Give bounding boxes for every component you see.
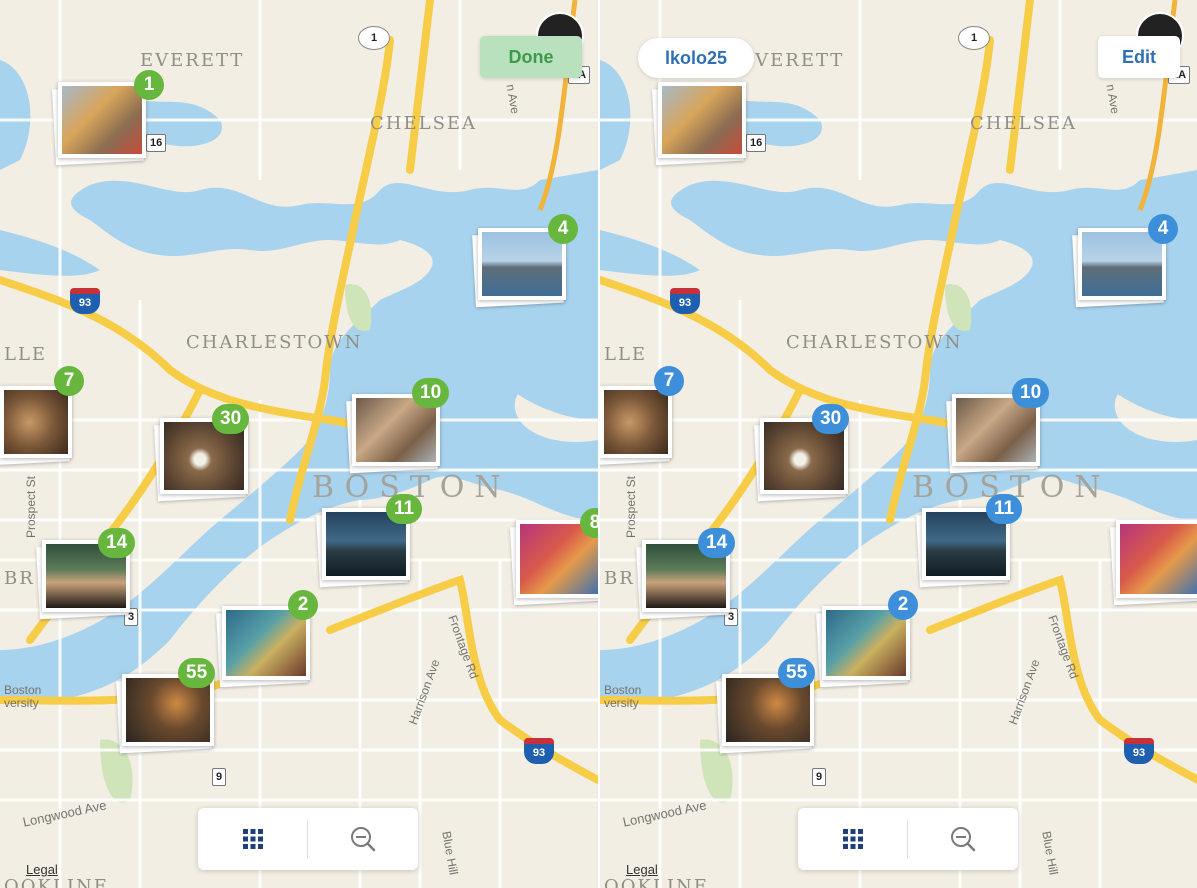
legal-link[interactable]: Legal (626, 862, 658, 877)
area-label-everett: EVERETT (140, 50, 245, 71)
area-label-ookline: OOKLINE (4, 876, 109, 888)
area-label-br: BR (4, 568, 35, 589)
cluster-count-badge: 55 (178, 658, 216, 688)
photo-cluster-eastboston[interactable]: 4 (472, 214, 578, 308)
grid-view-button[interactable] (198, 808, 307, 870)
photo-cluster-center[interactable]: 30 (154, 404, 250, 502)
street-boston-university: Boston versity (604, 683, 642, 710)
zoom-out-icon (350, 827, 375, 852)
photo-cluster-brookline[interactable]: 14 (36, 528, 136, 620)
edit-button[interactable]: Edit (1098, 36, 1180, 78)
cluster-count-badge: 1 (134, 70, 164, 100)
area-label-charlestown: CHARLESTOWN (186, 332, 363, 353)
photo-cluster-southend[interactable]: 8 (510, 508, 598, 606)
grid-icon (242, 829, 263, 849)
area-label-everett: EVERETT (740, 50, 845, 71)
cluster-count-badge: 10 (412, 378, 450, 408)
cluster-count-badge: 10 (1012, 378, 1050, 408)
photo-cluster-west[interactable]: 7 (600, 366, 684, 465)
screenshot-pair: EVERETT CHELSEA CHARLESTOWN BOSTON LLE B… (0, 0, 1197, 888)
photo-cluster-everett[interactable] (652, 82, 746, 166)
photo-cluster-west[interactable]: 7 (0, 366, 84, 465)
done-button[interactable]: Done (480, 36, 582, 78)
cluster-count-badge: 2 (888, 590, 918, 620)
interstate-93-shield: 93 (70, 288, 100, 314)
cluster-count-badge: 4 (548, 214, 578, 244)
photo-thumbnail (604, 390, 668, 454)
cluster-count-badge: 14 (98, 528, 136, 558)
photo-cluster-eastboston[interactable]: 4 (1072, 214, 1178, 308)
photo-cluster-backbay[interactable]: 2 (816, 590, 918, 688)
zoom-out-button[interactable] (908, 808, 1017, 870)
photo-thumbnail (662, 86, 742, 154)
cluster-count-badge: 11 (986, 494, 1023, 524)
area-label-charlestown: CHARLESTOWN (786, 332, 963, 353)
cluster-count-badge: 14 (698, 528, 736, 558)
photo-cluster-southend[interactable] (1110, 520, 1197, 606)
route-9-shield: 9 (812, 768, 827, 786)
area-label-chelsea: CHELSEA (370, 113, 478, 134)
photo-thumbnail (62, 86, 142, 154)
cluster-count-badge: 30 (212, 404, 250, 434)
route-1-shield: 1 (358, 26, 390, 50)
grid-icon (842, 829, 863, 849)
photo-thumbnail (826, 610, 906, 676)
area-label-br: BR (604, 568, 635, 589)
street-prospect: Prospect St (624, 475, 639, 539)
map-panel-left[interactable]: EVERETT CHELSEA CHARLESTOWN BOSTON LLE B… (0, 0, 598, 888)
photo-cluster-fenway[interactable]: 55 (116, 658, 216, 754)
map-toolbar (198, 808, 418, 870)
cluster-count-badge: 4 (1148, 214, 1178, 244)
photo-thumbnail (226, 610, 306, 676)
street-prospect: Prospect St (24, 475, 39, 539)
photo-cluster-center[interactable]: 30 (754, 404, 850, 502)
grid-view-button[interactable] (798, 808, 907, 870)
area-label-chelsea: CHELSEA (970, 113, 1078, 134)
username-chip[interactable]: lkolo25 (638, 38, 754, 78)
interstate-93-south-shield: 93 (524, 738, 554, 764)
route-1-shield: 1 (958, 26, 990, 50)
zoom-out-button[interactable] (308, 808, 417, 870)
photo-cluster-north[interactable]: 10 (946, 378, 1050, 474)
cluster-count-badge: 7 (654, 366, 684, 396)
area-label-lle: LLE (604, 344, 648, 365)
area-label-ookline: OOKLINE (604, 876, 709, 888)
legal-link[interactable]: Legal (26, 862, 58, 877)
photo-cluster-downtown[interactable]: 11 (316, 494, 423, 588)
photo-cluster-fenway[interactable]: 55 (716, 658, 816, 754)
photo-cluster-brookline[interactable]: 14 (636, 528, 736, 620)
route-9-shield: 9 (212, 768, 227, 786)
cluster-count-badge: 7 (54, 366, 84, 396)
photo-thumbnail (482, 232, 562, 296)
interstate-93-south-shield: 93 (1124, 738, 1154, 764)
cluster-count-badge: 55 (778, 658, 816, 688)
cluster-count-badge: 11 (386, 494, 423, 524)
photo-cluster-backbay[interactable]: 2 (216, 590, 318, 688)
area-label-lle: LLE (4, 344, 48, 365)
photo-cluster-downtown[interactable]: 11 (916, 494, 1023, 588)
photo-cluster-everett[interactable]: 1 (52, 70, 164, 166)
map-toolbar (798, 808, 1018, 870)
map-panel-right[interactable]: EVERETT CHELSEA CHARLESTOWN BOSTON LLE B… (600, 0, 1197, 888)
route-16-shield: 16 (146, 134, 167, 152)
photo-cluster-north[interactable]: 10 (346, 378, 450, 474)
cluster-count-badge: 30 (812, 404, 850, 434)
zoom-out-icon (950, 827, 975, 852)
route-16-shield: 16 (746, 134, 767, 152)
photo-thumbnail (1120, 524, 1197, 594)
street-boston-university: Boston versity (4, 683, 42, 710)
photo-thumbnail (4, 390, 68, 454)
photo-thumbnail (1082, 232, 1162, 296)
cluster-count-badge: 2 (288, 590, 318, 620)
interstate-93-shield: 93 (670, 288, 700, 314)
